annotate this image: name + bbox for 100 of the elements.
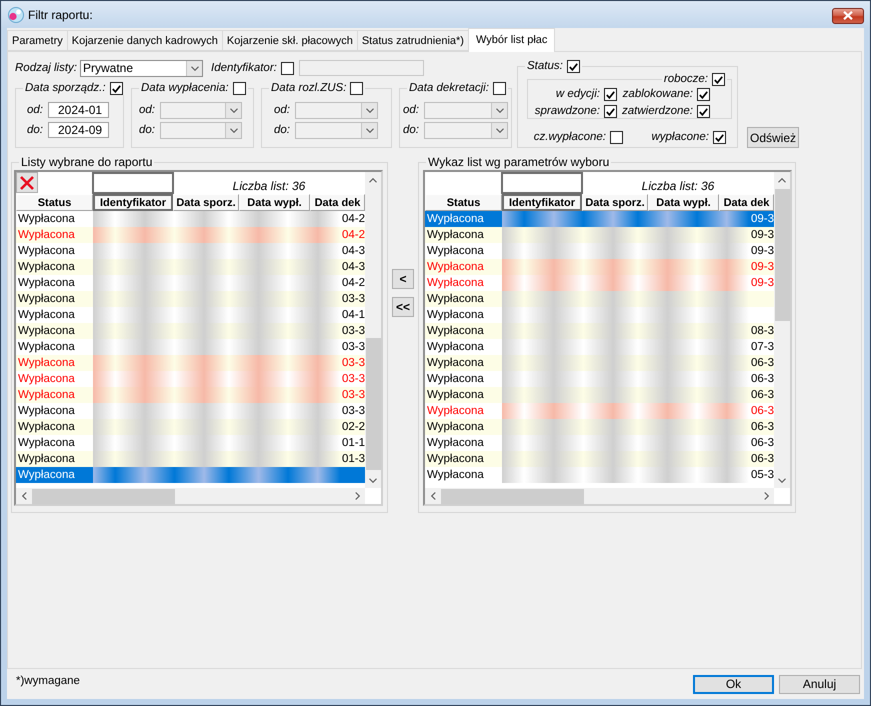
- date-cell-text: 03-3: [342, 324, 365, 339]
- checkbox[interactable]: [350, 82, 364, 95]
- checkbox[interactable]: [604, 105, 617, 118]
- filter-field[interactable]: [92, 172, 174, 194]
- status-cell-text: Wypłacona: [17, 356, 76, 371]
- table-row[interactable]: Wypłacona 09-3: [425, 275, 774, 291]
- dialog-button[interactable]: Anuluj: [779, 674, 860, 694]
- checkbox[interactable]: [280, 62, 294, 74]
- field-label: sprawdzone:: [534, 105, 600, 118]
- close-button[interactable]: [832, 8, 864, 24]
- refresh-button[interactable]: Odśwież: [747, 127, 800, 148]
- date-field[interactable]: 2024-09: [48, 122, 109, 138]
- table-row[interactable]: Wypłacona 02-2: [16, 419, 365, 435]
- table-row[interactable]: Wypłacona 09-3: [425, 211, 774, 227]
- table-row[interactable]: Wypłacona 07-3: [425, 339, 774, 355]
- table-row[interactable]: Wypłacona 04-1: [16, 307, 365, 323]
- tab[interactable]: Status zatrudnienia*): [356, 30, 469, 51]
- column-header[interactable]: Identyfikator: [93, 194, 173, 211]
- field-label: do:: [402, 124, 419, 137]
- column-header[interactable]: Identyfikator: [502, 194, 582, 211]
- table-row[interactable]: Wypłacona 01-3: [16, 451, 365, 467]
- date-cell-text: 09-3: [750, 212, 774, 227]
- vertical-scrollbar[interactable]: [774, 172, 790, 488]
- table-row[interactable]: Wypłacona 04-2: [16, 211, 365, 227]
- date-cell-text: 09-3: [750, 276, 774, 291]
- status-cell-text: Wypłacona: [426, 228, 485, 243]
- checkbox[interactable]: [697, 105, 710, 118]
- checkbox[interactable]: [610, 131, 623, 144]
- table-row[interactable]: Wypłacona 09-3: [425, 227, 774, 243]
- dialog-button[interactable]: Ok: [693, 674, 774, 694]
- table-row[interactable]: Wypłacona 03-3: [16, 387, 365, 403]
- table-row[interactable]: Wypłacona 06-3: [425, 387, 774, 403]
- table-row[interactable]: Wypłacona 09-3: [425, 259, 774, 275]
- table-row[interactable]: Wypłacona 03-3: [16, 323, 365, 339]
- checkbox[interactable]: [110, 82, 123, 95]
- scrollbar-thumb[interactable]: [774, 189, 790, 321]
- table-row[interactable]: Wypłacona 06-3: [425, 403, 774, 419]
- table-row[interactable]: Wypłacona 04-3: [16, 243, 365, 259]
- checkbox[interactable]: [712, 73, 725, 86]
- checkbox[interactable]: [492, 82, 506, 95]
- checkbox[interactable]: [566, 60, 580, 73]
- checkbox[interactable]: [232, 82, 246, 95]
- status-cell-text: Wypłacona: [17, 452, 76, 467]
- column-header[interactable]: Status: [425, 194, 502, 211]
- table-row[interactable]: Wypłacona 03-3: [16, 355, 365, 371]
- chevron-right-icon: [764, 492, 768, 500]
- column-header[interactable]: Data wypł.: [648, 194, 719, 211]
- table-row[interactable]: Wypłacona 06-3: [425, 419, 774, 435]
- table-row[interactable]: Wypłacona 06-3: [425, 355, 774, 371]
- table-row[interactable]: Wypłacona 03-3: [16, 403, 365, 419]
- table-row[interactable]: Wypłacona 03-3: [16, 291, 365, 307]
- tab[interactable]: Parametry: [7, 30, 68, 51]
- table-row[interactable]: Wypłacona 06-3: [425, 371, 774, 387]
- field-label: od:: [26, 104, 43, 116]
- table-row[interactable]: Wypłacona 04-2: [16, 227, 365, 243]
- date-field[interactable]: 2024-01: [48, 102, 109, 118]
- move-button[interactable]: <: [392, 269, 414, 289]
- table-row[interactable]: Wypłacona 08-3: [425, 323, 774, 339]
- table-row[interactable]: Wypłacona: [16, 467, 365, 483]
- status-cell-text: Wypłacona: [17, 388, 76, 403]
- checkbox[interactable]: [713, 131, 726, 144]
- tab[interactable]: Kojarzenie danych kadrowych: [66, 30, 223, 51]
- table-row[interactable]: Wypłacona 06-3: [425, 435, 774, 451]
- table-row[interactable]: Wypłacona 04-2: [16, 275, 365, 291]
- status-cell-text: Wypłacona: [426, 452, 485, 467]
- date-cell-text: 03-3: [342, 340, 365, 355]
- table-row[interactable]: Wypłacona 04-3: [16, 259, 365, 275]
- table-row[interactable]: Wypłacona 06-3: [425, 451, 774, 467]
- tab[interactable]: Wybór list płac: [468, 28, 556, 52]
- table-row[interactable]: Wypłacona 03-3: [16, 339, 365, 355]
- table-row[interactable]: Wypłacona 03-3: [16, 371, 365, 387]
- column-header[interactable]: Status: [16, 194, 93, 211]
- status-cell-text: Wypłacona: [17, 244, 76, 259]
- identifier-field[interactable]: [298, 60, 424, 76]
- checkbox[interactable]: [697, 88, 710, 101]
- column-header[interactable]: Data sporz.: [173, 194, 239, 211]
- scrollbar-thumb[interactable]: [441, 488, 584, 504]
- column-header[interactable]: Data dek: [310, 194, 365, 211]
- vertical-scrollbar[interactable]: [365, 172, 381, 488]
- remove-button[interactable]: [16, 172, 38, 193]
- checkbox[interactable]: [604, 88, 617, 101]
- scrollbar-thumb[interactable]: [32, 488, 175, 504]
- field-label: Data wypłacenia:: [141, 82, 229, 95]
- table-row[interactable]: Wypłacona 01-1: [16, 435, 365, 451]
- horizontal-scrollbar[interactable]: [425, 488, 774, 504]
- column-header[interactable]: Data dek: [719, 194, 774, 211]
- tab[interactable]: Kojarzenie skł. płacowych: [222, 30, 358, 51]
- move-button[interactable]: <<: [392, 297, 414, 317]
- horizontal-scrollbar[interactable]: [16, 488, 365, 504]
- list-type-dropdown[interactable]: Prywatne: [80, 60, 203, 76]
- table-row[interactable]: Wypłacona: [425, 291, 774, 307]
- field-label: Data rozl.ZUS:: [271, 82, 346, 95]
- window-title: Filtr raportu:: [28, 6, 93, 22]
- table-row[interactable]: Wypłacona 05-3: [425, 467, 774, 483]
- column-header[interactable]: Data wypł.: [239, 194, 310, 211]
- scrollbar-thumb[interactable]: [366, 338, 380, 470]
- filter-field[interactable]: [501, 172, 583, 194]
- field-label: w edycji:: [554, 88, 600, 101]
- table-row[interactable]: Wypłacona 09-3: [425, 243, 774, 259]
- column-header[interactable]: Data sporz.: [582, 194, 648, 211]
